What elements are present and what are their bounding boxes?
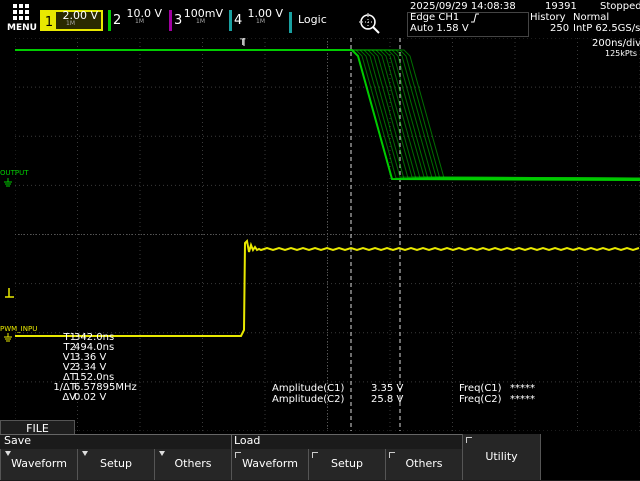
- load-group-label: Load: [234, 434, 261, 447]
- dropdown-arrow-icon: [5, 451, 11, 456]
- channel-1-trace: [15, 238, 640, 337]
- amplitude-c1-value: 3.35 V: [371, 383, 404, 394]
- menu-grid-icon: [13, 4, 29, 20]
- channel-1-coupling: 1M: [66, 20, 75, 27]
- tab-file[interactable]: FILE: [0, 420, 75, 435]
- save-setup-button[interactable]: Setup: [77, 449, 154, 480]
- channel-1-label: PWM_INPU: [0, 325, 38, 333]
- dropdown-arrow-icon: [159, 451, 165, 456]
- save-setup-label: Setup: [99, 457, 133, 470]
- datetime: 2025/09/29 14:08:38: [410, 1, 516, 12]
- acquisition-count: 19391: [545, 1, 577, 12]
- channel-4-number: 4: [234, 13, 243, 28]
- utility-button[interactable]: Utility: [462, 434, 540, 480]
- channel-3-button[interactable]: 3 100mV 1M: [169, 7, 226, 31]
- amplitude-c2-value: 25.8 V: [371, 394, 404, 405]
- expand-corner-icon: [466, 437, 472, 443]
- channel-1-trace-line: [15, 238, 640, 337]
- cursor-readout: T1 T2 V1 V2 ΔT 1/ΔT ΔV 342.0ns 494.0ns 3…: [40, 333, 140, 405]
- value-dv: 0.02 V: [74, 392, 107, 403]
- utility-label: Utility: [485, 450, 518, 463]
- channel-3-coupling: 1M: [196, 18, 205, 25]
- load-others-button[interactable]: Others: [385, 449, 462, 480]
- ground-icon: [4, 178, 12, 187]
- save-group-label: Save: [4, 434, 32, 447]
- menu-label: MENU: [7, 23, 37, 33]
- channel-4-scale: 1.00 V: [247, 7, 283, 20]
- save-others-button[interactable]: Others: [154, 449, 231, 480]
- channel-4-button[interactable]: 4 1.00 V 1M: [229, 7, 286, 31]
- save-waveform-button[interactable]: Waveform: [0, 449, 77, 480]
- run-state: Stopped: [600, 1, 640, 12]
- save-waveform-label: Waveform: [11, 457, 67, 470]
- freq-c2-value: *****: [510, 394, 535, 405]
- trigger-level: Auto 1.58 V: [410, 23, 469, 34]
- logic-label: Logic: [298, 13, 327, 26]
- svg-text:T: T: [239, 38, 246, 48]
- logic-button[interactable]: Logic: [289, 12, 332, 33]
- menu-button[interactable]: MENU: [2, 2, 38, 34]
- load-setup-button[interactable]: Setup: [308, 449, 385, 480]
- freq-c1-value: *****: [510, 383, 535, 394]
- channel-2-button[interactable]: 2 10.0 V 1M: [108, 7, 165, 31]
- channel-4-coupling: 1M: [256, 18, 265, 25]
- history-value: 250: [550, 23, 570, 34]
- trigger-source: Edge CH1: [410, 12, 460, 23]
- channel-2-number: 2: [113, 13, 122, 28]
- amplitude-c2-label: Amplitude(C2): [272, 394, 345, 405]
- softkey-blank: [540, 434, 640, 480]
- freq-c2-label: Freq(C2): [459, 394, 502, 405]
- rising-edge-icon: [471, 13, 479, 23]
- channel-2-label: OUTPUT: [0, 169, 29, 177]
- freq-c1-label: Freq(C1): [459, 383, 502, 394]
- trigger-level-marker[interactable]: [3, 287, 15, 299]
- acquisition-mode: Normal: [573, 12, 610, 23]
- load-waveform-label: Waveform: [242, 457, 298, 470]
- channel-1-button[interactable]: 1 2.00 V 1M: [40, 9, 103, 31]
- channel-1-number: 1: [42, 12, 56, 30]
- save-others-label: Others: [174, 457, 212, 470]
- trigger-position-marker: T: [239, 38, 246, 48]
- channel-3-number: 3: [174, 13, 183, 28]
- sample-rate: IntP 62.5GS/s: [573, 23, 640, 34]
- load-waveform-button[interactable]: Waveform: [231, 449, 308, 480]
- load-setup-label: Setup: [330, 457, 364, 470]
- zoom-search-icon[interactable]: [358, 12, 380, 34]
- amplitude-c1-label: Amplitude(C1): [272, 383, 345, 394]
- history-label[interactable]: History: [530, 12, 566, 23]
- channel-2-scale: 10.0 V: [126, 7, 162, 20]
- dropdown-arrow-icon: [82, 451, 88, 456]
- load-others-label: Others: [405, 457, 443, 470]
- channel-2-coupling: 1M: [135, 18, 144, 25]
- ground-icon: [4, 333, 12, 342]
- label-dv: ΔV: [62, 392, 76, 403]
